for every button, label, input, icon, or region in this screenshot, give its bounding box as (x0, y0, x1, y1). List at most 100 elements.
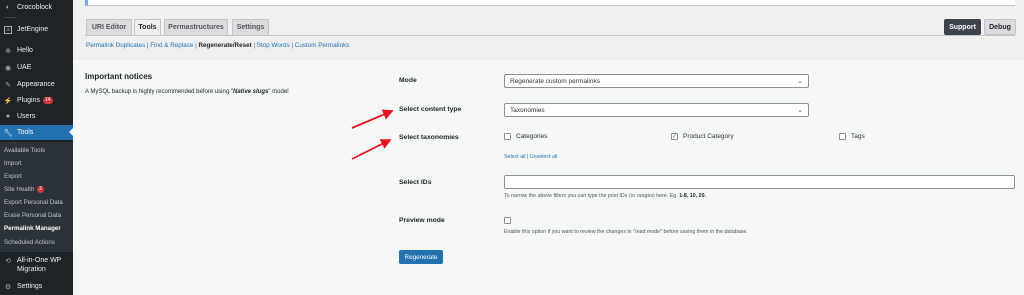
important-notices-text: A MySQL backup is highly recommended bef… (85, 89, 289, 95)
submenu-item-scheduled-actions[interactable]: Scheduled Actions (0, 236, 73, 249)
sidebar-item-crocoblock[interactable]: ◐ Crocoblock (0, 0, 73, 15)
chevron-down-icon: ⌄ (797, 107, 803, 114)
subnav-link-permalink-duplicates[interactable]: Permalink Duplicates (86, 42, 145, 49)
sidebar-item-label: Migration (17, 266, 46, 273)
subnav-link-stop-words[interactable]: Stop Words (257, 42, 290, 49)
taxonomies-label: Select taxonomies (399, 134, 459, 141)
subnav-separator: | (195, 42, 197, 49)
sidebar-item-label: Settings (17, 283, 43, 290)
paintbrush-icon: ✎ (5, 81, 11, 89)
sidebar-item-label: Hello (17, 47, 33, 54)
sidebar-item-label: All-in-One WP (17, 257, 62, 264)
select-ids-input[interactable] (504, 175, 1015, 189)
preview-mode-checkbox[interactable] (504, 217, 511, 224)
sidebar-divider (4, 17, 16, 18)
subnav-link-find-replace[interactable]: Find & Replace (150, 42, 193, 49)
sidebar-item-label: Plugins (17, 97, 40, 104)
mode-select-value: Regenerate custom permalinks (510, 77, 600, 85)
sidebar-item-users[interactable]: ● Users (0, 109, 73, 124)
checkbox-label: Tags (851, 133, 865, 140)
help-example: 1-8, 10, 20. (679, 193, 706, 199)
tab-tools[interactable]: Tools (134, 19, 161, 35)
checkbox[interactable] (839, 133, 846, 140)
subnav-separator: | (253, 42, 256, 49)
sidebar-item-label: UAE (17, 64, 32, 71)
taxonomy-checkbox-product-category[interactable]: ✓ Product Category (671, 133, 734, 140)
sidebar-item-label: Users (17, 113, 36, 120)
sidebar-item-appearance[interactable]: ✎ Appearance (0, 77, 73, 92)
select-ids-help: To narrow the above filters you can type… (504, 193, 706, 199)
select-separator: | (526, 154, 529, 160)
checkbox-label: Categories (516, 133, 548, 140)
top-notice-bar (85, 0, 1015, 6)
subnav-link-custom-permalinks[interactable]: Custom Permalinks (295, 42, 350, 49)
mode-label: Mode (399, 77, 417, 84)
hello-icon: ⊕ (5, 47, 11, 55)
checkbox-label: Product Category (683, 133, 734, 140)
submenu-item-site-health[interactable]: Site Health 2 (0, 183, 73, 196)
notice-emphasis: Native slugs (232, 89, 269, 95)
chevron-down-icon: ⌄ (797, 78, 803, 85)
sidebar-item-label: Appearance (17, 81, 55, 88)
checkmark-icon: ✓ (671, 134, 678, 140)
sidebar-item-uae[interactable]: ◉ UAE (0, 60, 73, 75)
sidebar-item-label: Tools (17, 129, 34, 136)
subnav-separator: | (291, 42, 294, 49)
submenu-item-import[interactable]: Import (0, 157, 73, 170)
preview-mode-help: Enable this option if you want to review… (504, 229, 748, 235)
unselect-all-link[interactable]: Unselect all (530, 154, 557, 160)
important-notices-heading: Important notices (85, 72, 153, 81)
content-type-select[interactable]: Taxonomies ⌄ (504, 103, 809, 117)
submenu-item-available-tools[interactable]: Available Tools (0, 144, 73, 157)
tools-subnav: Permalink Duplicates | Find & Replace | … (86, 42, 349, 49)
subnav-separator: | (146, 42, 149, 49)
sidebar-item-label: Crocoblock (17, 4, 53, 11)
help-text: To narrow the above filters you can type… (504, 193, 680, 199)
plugin-icon: ⚡ (3, 97, 13, 105)
sidebar-item-plugins[interactable]: ⚡ Plugins 14 (0, 93, 73, 108)
tab-permastructures[interactable]: Permastructures (164, 19, 228, 35)
submenu-item-export-personal-data[interactable]: Export Personal Data (0, 196, 73, 209)
regenerate-button[interactable]: Regenerate (399, 250, 443, 264)
plugins-update-badge: 14 (42, 97, 53, 104)
taxonomy-checkbox-categories[interactable]: Categories (504, 133, 547, 140)
sidebar-item-label: JetEngine (17, 26, 49, 33)
crocoblock-icon: ◐ (5, 4, 11, 11)
tab-settings[interactable]: Settings (232, 19, 269, 35)
site-health-badge: 2 (37, 186, 45, 193)
user-icon: ● (5, 113, 11, 120)
sidebar-item-all-in-one-migration[interactable]: ⟲ All-in-One WP Migration (0, 256, 73, 276)
arrow-to-content-type (351, 109, 394, 129)
sidebar-item-tools[interactable]: 🔧︎ Tools (0, 125, 73, 140)
submenu-item-label: Site Health (4, 186, 35, 193)
select-ids-label: Select IDs (399, 179, 432, 186)
debug-button[interactable]: Debug (984, 19, 1016, 35)
checkbox[interactable] (504, 133, 511, 140)
taxonomy-checkbox-tags[interactable]: Tags (839, 133, 865, 140)
notice-text: A MySQL backup is highly recommended bef… (85, 89, 233, 95)
select-all-link[interactable]: Select all (504, 154, 526, 160)
arrow-to-taxonomies (351, 139, 392, 160)
settings-icon: ⚙ (4, 283, 12, 291)
wrench-icon: 🔧︎ (3, 129, 13, 137)
select-all-controls: Select all | Unselect all (504, 154, 557, 160)
notice-text: " mode! (268, 89, 289, 95)
tab-uri-editor[interactable]: URI Editor (86, 19, 132, 35)
submenu-item-erase-personal-data[interactable]: Erase Personal Data (0, 209, 73, 222)
subnav-link-regenerate-reset[interactable]: Regenerate/Reset (199, 42, 252, 49)
support-button[interactable]: Support (944, 19, 981, 35)
submenu-item-export[interactable]: Export (0, 170, 73, 183)
mode-select[interactable]: Regenerate custom permalinks ⌄ (504, 74, 809, 88)
sidebar-item-hello[interactable]: ⊕ Hello (0, 43, 73, 58)
sidebar-item-settings[interactable]: ⚙ Settings (0, 279, 73, 294)
checkbox-checked[interactable]: ✓ (671, 133, 678, 140)
admin-sidebar: ◐ Crocoblock JE JetEngine ⊕ Hello ◉ UAE … (0, 0, 74, 295)
tab-baseline (85, 35, 1015, 36)
preview-mode-label: Preview mode (399, 217, 445, 224)
sidebar-item-jetengine[interactable]: JE JetEngine (0, 22, 73, 37)
submenu-item-permalink-manager[interactable]: Permalink Manager (0, 222, 73, 235)
content-type-select-value: Taxonomies (510, 106, 545, 114)
content-type-label: Select content type (399, 106, 462, 113)
jetengine-icon: JE (4, 25, 12, 34)
annotation-arrows (351, 109, 394, 160)
